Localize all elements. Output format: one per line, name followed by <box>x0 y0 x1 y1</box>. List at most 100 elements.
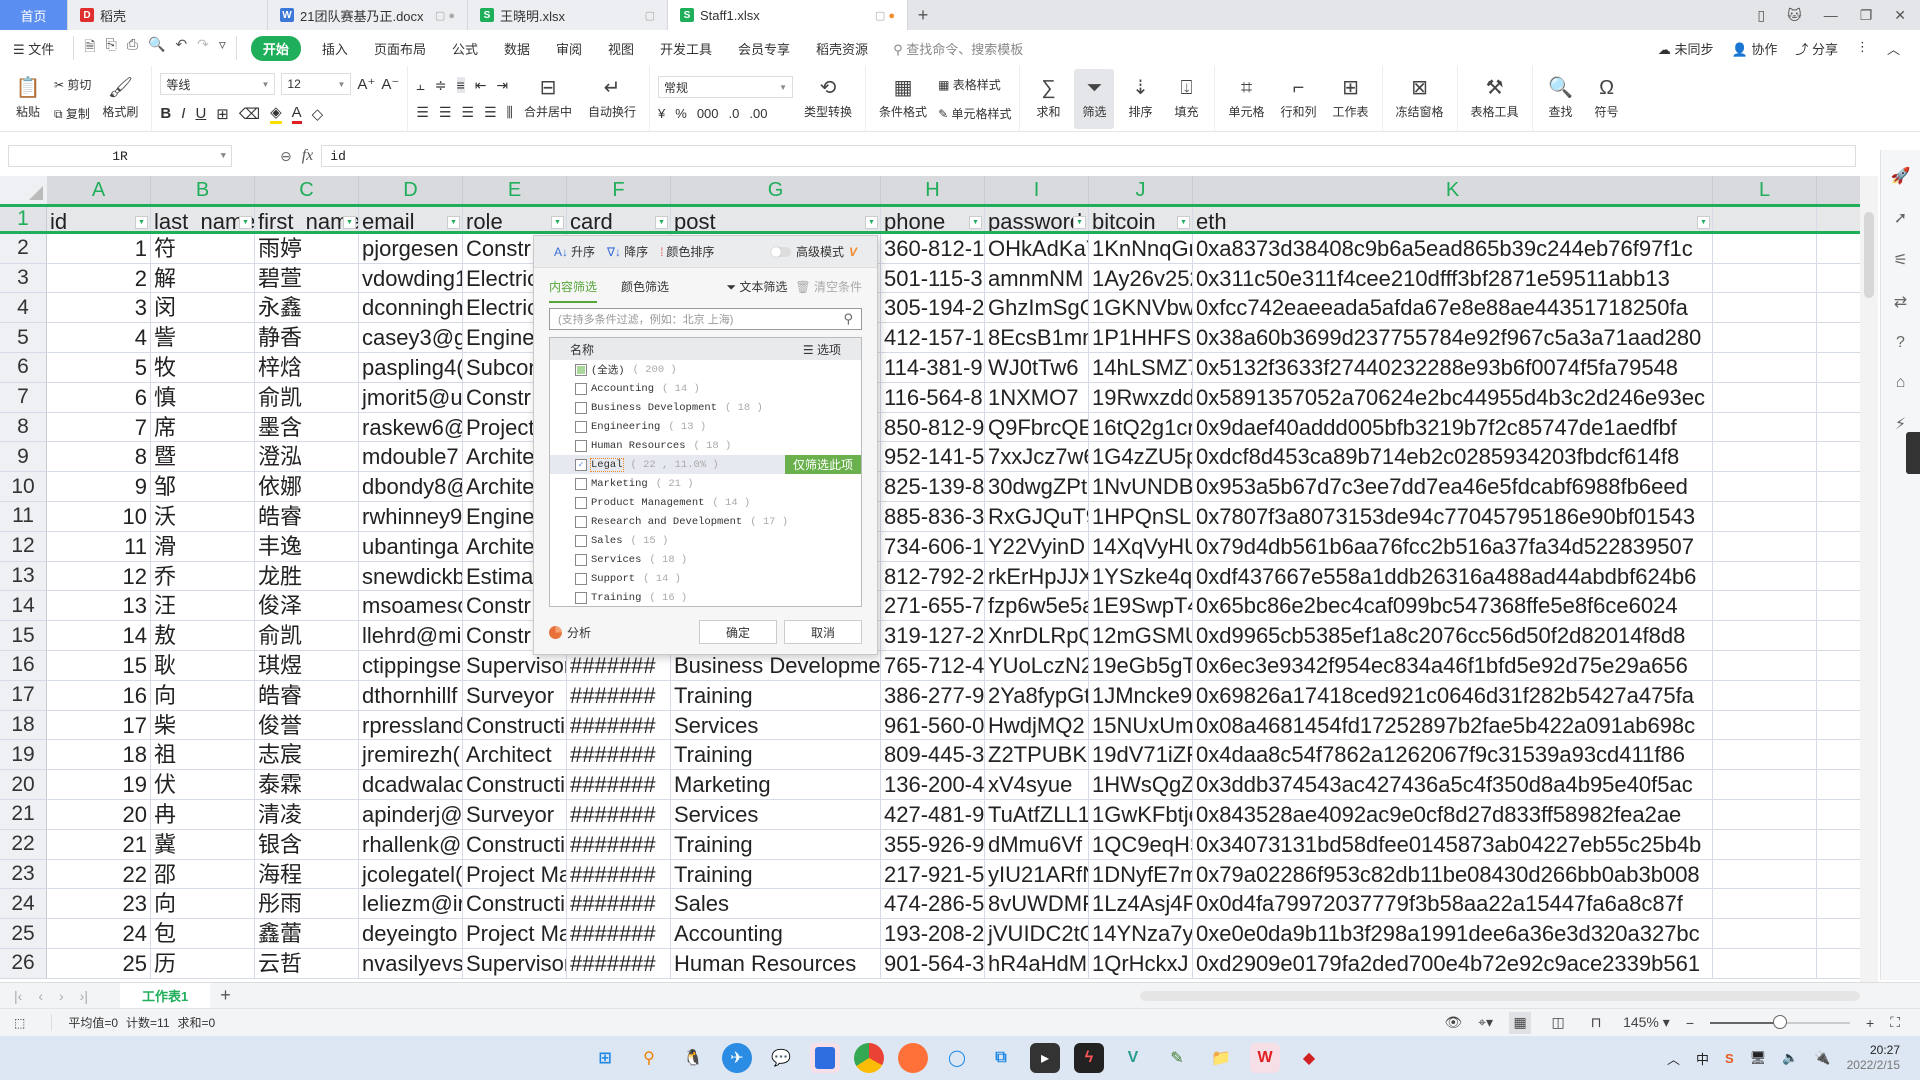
row-header[interactable]: 22 <box>0 829 47 859</box>
fill-color-icon[interactable]: ◈ <box>270 103 282 124</box>
filter-option[interactable]: Engineering ( 13 ) <box>550 417 861 436</box>
more-options-icon[interactable]: ⋮ <box>1856 39 1869 58</box>
cell[interactable]: Z2TPUBKN <box>985 740 1089 770</box>
row-header[interactable]: 9 <box>0 442 47 472</box>
column-header[interactable]: E <box>463 176 567 204</box>
cell[interactable]: 包 <box>151 919 255 948</box>
cell[interactable]: Accounting <box>671 919 881 948</box>
preview-icon[interactable]: 🔍 <box>148 36 165 60</box>
cell[interactable]: 885-836-3 <box>881 501 985 531</box>
cell[interactable]: 427-481-9 <box>881 799 985 829</box>
cell[interactable]: Training <box>671 680 881 710</box>
checkbox[interactable]: ✓ <box>575 458 587 471</box>
cell[interactable]: 0xd2909e0179fa2ded700e4b72e92c9ace2339b5… <box>1193 948 1713 978</box>
zoom-in-button[interactable]: + <box>1866 1015 1874 1031</box>
cell[interactable]: 850-812-9 <box>881 412 985 442</box>
cell[interactable]: 云哲 <box>255 948 359 978</box>
cell[interactable]: 志宸 <box>255 740 359 770</box>
checkbox[interactable] <box>575 515 587 528</box>
cell[interactable]: 汪 <box>151 591 255 621</box>
cell[interactable]: 乔 <box>151 561 255 591</box>
align-middle-icon[interactable]: ≑ <box>435 77 447 94</box>
header-cell[interactable]: bitcoin ▼ <box>1089 207 1193 231</box>
cell[interactable]: Services <box>671 710 881 740</box>
checkbox[interactable] <box>575 534 587 547</box>
filter-dropdown-icon[interactable]: ▼ <box>1073 215 1086 229</box>
cell[interactable]: Human Resources <box>671 948 881 978</box>
cell[interactable]: 依娜 <box>255 472 359 501</box>
cell[interactable]: mdouble7 <box>359 442 463 472</box>
header-cell[interactable]: first_name ▼ <box>255 207 359 231</box>
cell[interactable]: 暨 <box>151 442 255 472</box>
cell[interactable]: 0x3ddb374543ac427436a5c4f350d8a4b95e40f5… <box>1193 770 1713 799</box>
cell[interactable]: 席 <box>151 412 255 442</box>
cell[interactable]: ####### <box>567 799 671 829</box>
cell[interactable]: 银含 <box>255 829 359 859</box>
thousands-icon[interactable]: 000 <box>697 106 719 121</box>
cell[interactable]: 澄泓 <box>255 442 359 472</box>
column-header[interactable]: C <box>255 176 359 204</box>
filter-option[interactable]: Services ( 18 ) <box>550 550 861 569</box>
cell[interactable]: 冉 <box>151 799 255 829</box>
cell[interactable]: 271-655-7 <box>881 591 985 621</box>
minimize-icon[interactable]: — <box>1824 7 1838 23</box>
cell[interactable]: rkErHpJJX <box>985 561 1089 591</box>
column-header[interactable]: H <box>881 176 985 204</box>
cell[interactable]: 0x5132f3633f27440232288e93b6f0074f5fa795… <box>1193 352 1713 382</box>
menu-tab-view[interactable]: 视图 <box>595 39 647 58</box>
column-header[interactable]: B <box>151 176 255 204</box>
row-header[interactable]: 15 <box>0 621 47 650</box>
cell[interactable]: 1QrHckxJ <box>1089 948 1193 978</box>
name-box[interactable]: 1R ▼ <box>8 145 232 167</box>
cell[interactable]: HwdjMQ2 <box>985 710 1089 740</box>
font-shrink-icon[interactable]: A⁻ <box>381 75 399 93</box>
font-grow-icon[interactable]: A⁺ <box>357 75 375 93</box>
cell[interactable]: 25 <box>47 948 151 978</box>
select-all-corner[interactable] <box>0 176 47 204</box>
fx-icon[interactable]: fx <box>302 147 314 165</box>
filter-option[interactable]: Business Development ( 18 ) <box>550 398 861 417</box>
column-header[interactable]: D <box>359 176 463 204</box>
menu-tab-insert[interactable]: 插入 <box>309 39 361 58</box>
cell[interactable]: 765-712-4 <box>881 650 985 680</box>
cell[interactable]: 历 <box>151 948 255 978</box>
page-break-view-icon[interactable]: ⊓ <box>1585 1012 1607 1034</box>
cell[interactable]: 217-921-5 <box>881 859 985 889</box>
cell[interactable]: 0x08a4681454fd17252897b2fae5b422a091ab69… <box>1193 710 1713 740</box>
row-header[interactable]: 24 <box>0 889 47 919</box>
align-left-icon[interactable]: ☰ <box>416 104 429 121</box>
filter-dropdown-icon[interactable]: ▼ <box>865 215 878 229</box>
windows-start-icon[interactable]: ⊞ <box>590 1043 620 1073</box>
cell[interactable]: rhallenk@ <box>359 829 463 859</box>
cell[interactable]: ####### <box>567 740 671 770</box>
filter-option[interactable]: (全选) ( 200 ) <box>550 360 861 379</box>
cell[interactable]: 16 <box>47 680 151 710</box>
cell[interactable]: Services <box>671 799 881 829</box>
cell[interactable] <box>1713 710 1817 740</box>
ime-icon[interactable]: 中 <box>1696 1049 1709 1068</box>
filter-dropdown-icon[interactable]: ▼ <box>343 215 356 229</box>
text-filter-button[interactable]: ⏷ 文本筛选 <box>726 278 787 295</box>
wechat-icon[interactable]: 💬 <box>766 1043 796 1073</box>
menu-tab-developer[interactable]: 开发工具 <box>647 39 725 58</box>
cell[interactable]: llehrd@mi <box>359 621 463 650</box>
cell[interactable]: 901-564-3 <box>881 948 985 978</box>
cell[interactable]: 3 <box>47 293 151 323</box>
next-sheet-icon[interactable]: › <box>59 988 64 1004</box>
column-header[interactable]: A <box>47 176 151 204</box>
cell[interactable]: 0x38a60b3699d237755784e92f967c5a3a71aad2… <box>1193 323 1713 352</box>
align-right-icon[interactable]: ☰ <box>461 104 474 121</box>
cell[interactable]: fzp6w5e5a <box>985 591 1089 621</box>
cell[interactable]: hR4aHdM <box>985 948 1089 978</box>
zoom-slider[interactable] <box>1710 1014 1850 1029</box>
search-app-icon[interactable]: ⚲ <box>634 1043 664 1073</box>
cell[interactable] <box>1713 948 1817 978</box>
cell[interactable]: 136-200-4 <box>881 770 985 799</box>
font-name-select[interactable]: 等线 ▼ <box>160 73 276 95</box>
cell[interactable]: Constructi <box>463 710 567 740</box>
cell[interactable]: 向 <box>151 889 255 919</box>
header-cell[interactable]: post ▼ <box>671 207 881 231</box>
cell[interactable]: 0x311c50e311f4cee210dfff3bf2871e59511abb… <box>1193 263 1713 293</box>
cell[interactable]: ####### <box>567 710 671 740</box>
tab-docer[interactable]: D 稻壳 <box>68 0 268 30</box>
